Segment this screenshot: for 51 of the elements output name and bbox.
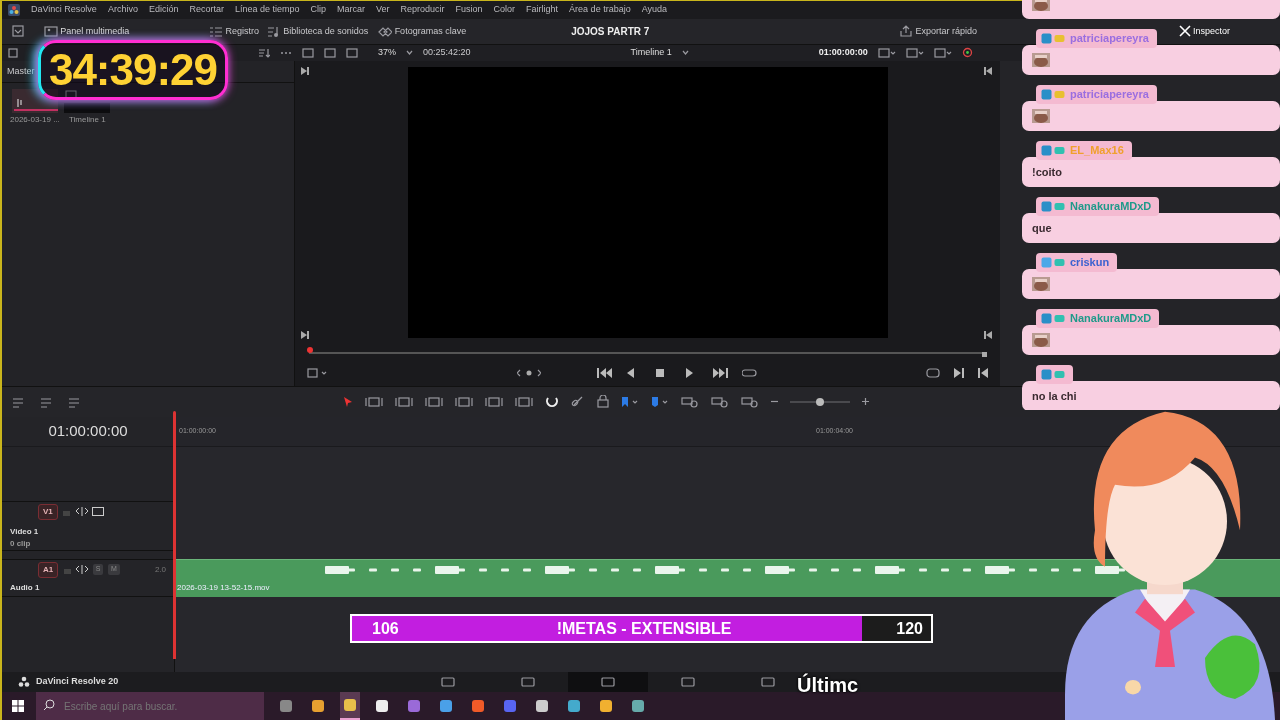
inspector-tab[interactable]: Inspector: [1178, 24, 1230, 39]
zoom-dropdown[interactable]: 37%: [378, 46, 396, 60]
track-tag[interactable]: V1: [38, 503, 58, 520]
clip-name: 2026-03-19 13-52-15.mov: [176, 581, 271, 594]
panel-tab[interactable]: Registro: [209, 24, 260, 39]
search-field[interactable]: Escribe aquí para buscar.: [60, 692, 264, 720]
chat-message: !coito: [1032, 164, 1062, 180]
chat-username: EL_Max16: [1070, 143, 1124, 159]
app-name[interactable]: DaVinci Resolve: [31, 3, 97, 17]
menu-item[interactable]: Recortar: [189, 3, 224, 17]
menu-item[interactable]: Clip: [310, 3, 326, 17]
timeline-timecode: 01:00:00:00: [48, 421, 128, 441]
export-button[interactable]: Exportar rápido: [899, 24, 978, 39]
goal-target: 120: [896, 618, 924, 639]
panel-tab[interactable]: Panel multimedia: [44, 24, 130, 39]
menu-item[interactable]: Ver: [376, 3, 390, 17]
menu-item[interactable]: Archivo: [107, 3, 138, 17]
app-version: DaVinci Resolve 20: [36, 675, 119, 689]
menu-item[interactable]: Marcar: [337, 3, 365, 17]
track-tag[interactable]: A1: [38, 561, 59, 578]
chat-username: patriciapereyra: [1070, 31, 1149, 47]
menu-item[interactable]: Color: [493, 3, 516, 17]
chat-username: NanakuraMDxD: [1070, 199, 1152, 215]
chat-message: no la chi: [1032, 388, 1077, 404]
panel-tab[interactable]: Biblioteca de sonidos: [267, 24, 369, 39]
thumbnail-label[interactable]: 2026-03-19 ...: [10, 113, 60, 126]
thumbnail-label[interactable]: Timeline 1: [69, 113, 106, 126]
track-name: Video 1: [10, 525, 40, 538]
menu-item[interactable]: Línea de tiempo: [234, 3, 300, 17]
menu-item[interactable]: Edición: [148, 3, 179, 17]
viewer-timecode: 01:00:00:00: [818, 46, 868, 60]
menu-item[interactable]: Reproducir: [400, 3, 445, 17]
goal-current: 106: [372, 618, 399, 639]
clip-count: 0 clip: [10, 537, 32, 550]
track-name: Audio 1: [10, 581, 41, 594]
menu-item[interactable]: Ayuda: [641, 3, 667, 17]
goal-title: !METAS - EXTENSIBLE: [556, 618, 732, 639]
timeline-dropdown[interactable]: Timeline 1: [630, 46, 672, 60]
channel-format: 2.0: [154, 563, 166, 576]
caption-text: Últimc: [797, 672, 859, 698]
source-timecode: 00:25:42:20: [423, 46, 471, 60]
chat-message: que: [1032, 220, 1052, 236]
chat-username: patriciapereyra: [1070, 87, 1149, 103]
project-title: JOJOS PARTR 7: [571, 24, 650, 39]
chat-username: criskun: [1070, 255, 1110, 271]
panel-tab[interactable]: Fotogramas clave: [378, 24, 467, 39]
timer-text: 34:39:29: [38, 40, 228, 100]
menu-item[interactable]: Fusion: [455, 3, 483, 17]
menu-item[interactable]: Área de trabajo: [569, 3, 631, 17]
menu-item[interactable]: Fairlight: [526, 3, 559, 17]
chat-username: NanakuraMDxD: [1070, 311, 1152, 327]
